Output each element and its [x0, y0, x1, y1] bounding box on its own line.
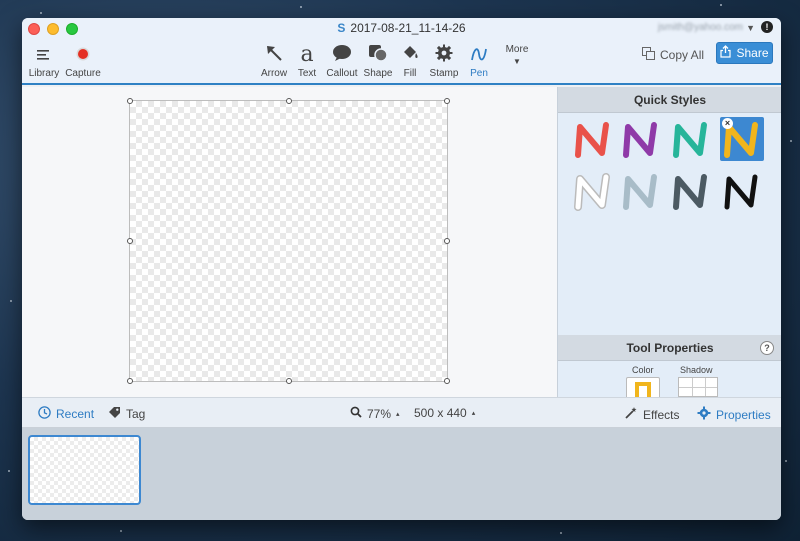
capture-label: Capture — [65, 68, 101, 79]
resize-handle-right[interactable] — [444, 238, 450, 244]
shape-icon — [362, 44, 394, 66]
menu-lines-icon — [28, 44, 60, 66]
text-tool[interactable]: a Text — [292, 42, 322, 80]
fill-label: Fill — [403, 68, 417, 79]
account-dropdown-icon[interactable]: ▼ — [746, 23, 755, 33]
pen-squiggle-icon — [464, 44, 494, 66]
quick-style-2[interactable] — [670, 119, 712, 161]
library-label: Library — [28, 68, 60, 79]
more-label: More — [505, 44, 529, 55]
shape-tool[interactable]: Shape — [362, 44, 394, 79]
magnifier-icon — [350, 406, 362, 421]
properties-label: Properties — [716, 407, 771, 422]
resize-handle-bottom-right[interactable] — [444, 378, 450, 384]
arrow-tool[interactable]: Arrow — [258, 44, 290, 79]
speech-bubble-icon — [325, 44, 359, 66]
zoom-stepper-icon: ▴ — [396, 410, 400, 418]
quick-styles-title: Quick Styles — [633, 93, 707, 107]
toolbar: S 2017-08-21_11-14-26 jsmith@yahoo.com ▼ … — [22, 18, 781, 85]
tray-thumbnail[interactable] — [28, 435, 141, 505]
dimensions-control[interactable]: 500 x 440 ▴ — [414, 406, 475, 420]
callout-tool[interactable]: Callout — [325, 44, 359, 79]
color-label: Color — [632, 365, 654, 375]
zoom-value: 77% — [367, 406, 392, 421]
quick-style-7[interactable] — [721, 171, 763, 213]
share-label: Share — [736, 46, 769, 60]
shadow-picker[interactable] — [678, 377, 718, 397]
tool-properties-title: Tool Properties — [626, 341, 714, 355]
quick-style-5[interactable] — [620, 171, 662, 213]
properties-button[interactable]: Properties — [697, 406, 771, 423]
zoom-control[interactable]: 77% ▴ — [350, 406, 400, 421]
resize-handle-top[interactable] — [286, 98, 292, 104]
effects-label: Effects — [643, 407, 680, 422]
stamp-label: Stamp — [429, 68, 459, 79]
share-icon — [720, 45, 732, 61]
recent-button[interactable]: Recent — [38, 406, 94, 422]
callout-label: Callout — [326, 68, 358, 79]
quick-style-4[interactable] — [572, 171, 614, 213]
text-label: Text — [297, 68, 317, 79]
image-canvas[interactable] — [129, 100, 448, 382]
gear-icon — [697, 406, 711, 423]
dimensions-stepper-icon: ▴ — [471, 410, 476, 417]
copy-icon — [642, 47, 655, 63]
magic-wand-icon — [624, 406, 638, 423]
gear-stamp-icon — [427, 44, 461, 66]
quick-styles-header: Quick Styles — [558, 87, 781, 113]
recent-label: Recent — [56, 407, 95, 421]
status-bar: Recent Tag 77% ▴ 500 x 440 ▴ Effects Pro… — [22, 397, 781, 428]
pen-tool[interactable]: Pen — [464, 44, 494, 79]
arrow-label: Arrow — [260, 68, 288, 79]
canvas-area[interactable] — [22, 87, 557, 397]
dimensions-value: 500 x 440 — [414, 406, 467, 420]
arrow-icon — [258, 44, 290, 66]
pen-label: Pen — [470, 68, 488, 79]
fill-tool[interactable]: Fill — [396, 44, 424, 79]
copy-all-label: Copy All — [660, 48, 705, 62]
tag-label: Tag — [126, 407, 146, 421]
snagit-doc-icon: S — [337, 21, 346, 35]
remove-style-icon[interactable]: × — [722, 118, 733, 129]
resize-handle-bottom[interactable] — [286, 378, 292, 384]
account-name[interactable]: jsmith@yahoo.com — [658, 22, 743, 33]
resize-handle-top-left[interactable] — [127, 98, 133, 104]
resize-handle-bottom-left[interactable] — [127, 378, 133, 384]
quick-style-1[interactable] — [620, 119, 662, 161]
resize-handle-top-right[interactable] — [444, 98, 450, 104]
record-dot-icon — [64, 44, 102, 66]
share-button[interactable]: Share — [716, 42, 773, 64]
more-tools-button[interactable]: More ▼ — [500, 44, 534, 66]
quick-style-6[interactable] — [670, 171, 712, 213]
notifications-icon[interactable]: ! — [761, 21, 773, 33]
help-icon[interactable]: ? — [760, 341, 774, 355]
window-title: 2017-08-21_11-14-26 — [350, 21, 466, 35]
capture-tray — [22, 428, 781, 520]
effects-button[interactable]: Effects — [624, 406, 679, 423]
clock-icon — [38, 406, 51, 422]
right-panel: Quick Styles × Tool Properties ? Color S… — [557, 87, 781, 403]
resize-handle-left[interactable] — [127, 238, 133, 244]
quick-style-0[interactable] — [572, 119, 614, 161]
tool-properties-header: Tool Properties ? — [558, 335, 781, 361]
tag-icon — [108, 406, 121, 422]
library-button[interactable]: Library — [28, 44, 60, 79]
text-a-icon: a — [300, 42, 314, 67]
app-window: S 2017-08-21_11-14-26 jsmith@yahoo.com ▼ … — [22, 18, 781, 520]
paint-bucket-icon — [396, 44, 424, 66]
shadow-label: Shadow — [680, 365, 713, 375]
capture-button[interactable]: Capture — [64, 44, 102, 79]
copy-all-button[interactable]: Copy All — [636, 44, 710, 66]
stamp-tool[interactable]: Stamp — [427, 44, 461, 79]
more-chevron-icon: ▼ — [513, 57, 521, 66]
shape-label: Shape — [363, 68, 393, 79]
tag-button[interactable]: Tag — [108, 406, 145, 422]
